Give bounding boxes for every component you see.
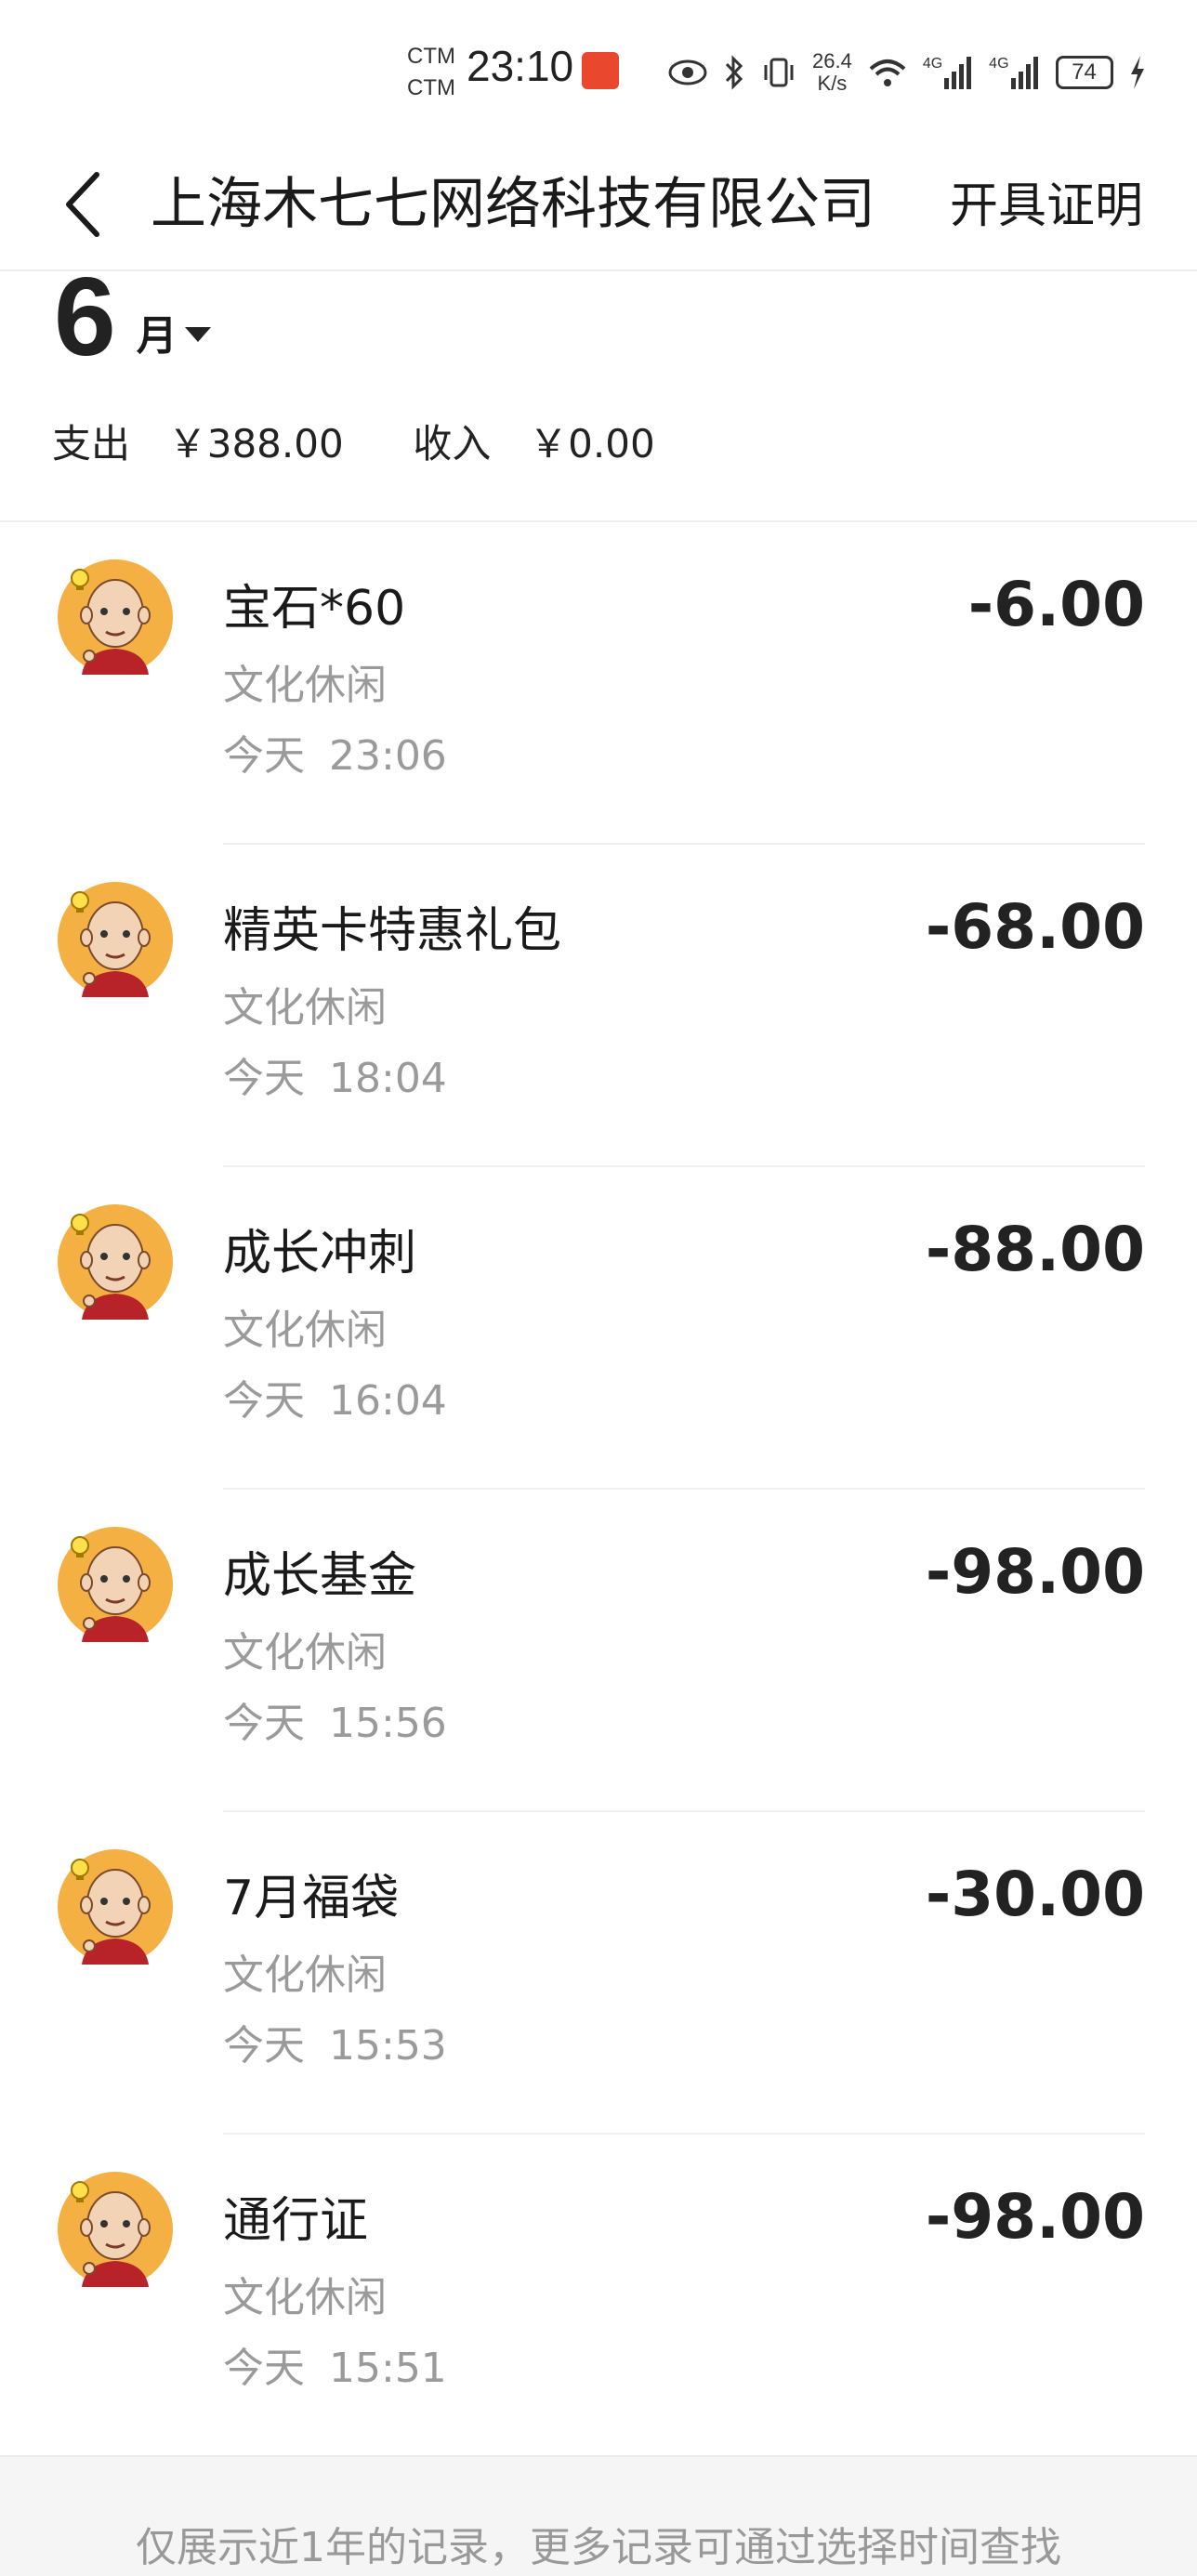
transaction-name: 通行证 [223, 2193, 369, 2249]
transaction-category: 文化休闲 [223, 2274, 387, 2321]
transaction-clock: 15:56 [329, 1700, 447, 1747]
transaction-amount: -98.00 [925, 1536, 1145, 1608]
merchant-avatar-icon [58, 1849, 173, 1965]
system-icons: 26.4 K/s 4G 4G 74 [667, 46, 1147, 99]
transaction-row[interactable]: 成长冲刺 文化休闲 今天 16:04 -88.00 [0, 1167, 1197, 1490]
nav-bar: 上海木七七网络科技有限公司 开具证明 [0, 139, 1197, 271]
transaction-time: 今天 23:06 [223, 729, 447, 784]
merchant-avatar-icon [58, 1527, 173, 1642]
transaction-row[interactable]: 宝石*60 文化休闲 今天 23:06 -6.00 [0, 522, 1197, 845]
carrier-bottom: CTM [407, 75, 455, 100]
notification-app-icon [582, 52, 619, 89]
transaction-name: 7月福袋 [223, 1871, 400, 1926]
expense-label: 支出 [52, 421, 131, 467]
network-type-label: 4G [989, 56, 1009, 72]
carrier-labels: CTM CTM [407, 41, 455, 104]
merchant-avatar-icon [58, 882, 173, 997]
transaction-time: 今天 16:04 [223, 1373, 447, 1429]
transaction-category: 文化休闲 [223, 1307, 387, 1354]
transaction-row[interactable]: 通行证 文化休闲 今天 15:51 -98.00 [0, 2135, 1197, 2457]
transaction-day: 今天 [223, 2345, 305, 2392]
transaction-time: 今天 18:04 [223, 1051, 447, 1107]
transaction-row[interactable]: 精英卡特惠礼包 文化休闲 今天 18:04 -68.00 [0, 845, 1197, 1167]
merchant-avatar-icon [58, 1204, 173, 1320]
transaction-row[interactable]: 7月福袋 文化休闲 今天 15:53 -30.00 [0, 1812, 1197, 2135]
transaction-clock: 15:53 [329, 2022, 447, 2070]
transaction-day: 今天 [223, 1055, 305, 1102]
net-speed-value: 26.4 [812, 49, 852, 72]
caret-down-icon [184, 327, 211, 342]
transaction-clock: 16:04 [329, 1377, 447, 1425]
signal-icon [944, 57, 972, 89]
network-type-label: 4G [922, 56, 943, 72]
transaction-clock: 15:51 [329, 2345, 447, 2392]
issue-certificate-button[interactable]: 开具证明 [950, 171, 1143, 242]
month-selector[interactable]: 6 月 [54, 256, 211, 377]
income-value: ￥0.00 [529, 421, 655, 467]
transaction-category: 文化休闲 [223, 1629, 387, 1676]
back-button[interactable] [52, 167, 112, 242]
transaction-category: 文化休闲 [223, 984, 387, 1032]
expense-value: ￥388.00 [167, 421, 344, 467]
battery-icon: 74 [1055, 56, 1113, 89]
transaction-category: 文化休闲 [223, 662, 387, 709]
income-label: 收入 [413, 421, 492, 467]
net-speed: 26.4 K/s [812, 50, 852, 95]
transaction-clock: 23:06 [329, 732, 447, 780]
merchant-avatar-icon [58, 559, 173, 675]
signal-icon [1010, 57, 1038, 89]
page-title: 上海木七七网络科技有限公司 [151, 172, 875, 237]
net-speed-unit: K/s [817, 72, 848, 95]
carrier-top: CTM [407, 44, 455, 69]
signal-2: 4G [989, 56, 1040, 89]
transaction-amount: -6.00 [967, 569, 1145, 640]
transaction-name: 成长基金 [223, 1548, 417, 1604]
transaction-row[interactable]: 成长基金 文化休闲 今天 15:56 -98.00 [0, 1490, 1197, 1812]
status-bar: CTM CTM 23:10 26.4 K/s 4G 4G 74 [0, 0, 1197, 139]
transaction-amount: -68.00 [925, 891, 1145, 963]
transaction-name: 成长冲刺 [223, 1226, 417, 1281]
bluetooth-icon [725, 55, 743, 90]
transaction-time: 今天 15:53 [223, 2018, 447, 2074]
footer: 仅展示近1年的记录，更多记录可通过选择时间查找 [0, 2455, 1197, 2576]
transaction-amount: -98.00 [925, 2181, 1145, 2253]
month-number: 6 [54, 255, 116, 379]
transaction-day: 今天 [223, 1377, 305, 1425]
footer-note: 仅展示近1年的记录，更多记录可通过选择时间查找 [136, 2524, 1061, 2571]
status-time: 23:10 [467, 42, 574, 90]
month-summary: 支出 ￥388.00 收入 ￥0.00 [52, 416, 655, 472]
vibrate-icon [764, 58, 794, 87]
transaction-name: 宝石*60 [223, 581, 406, 637]
transaction-clock: 18:04 [329, 1055, 447, 1102]
charging-icon [1130, 56, 1144, 89]
transaction-category: 文化休闲 [223, 1952, 387, 1999]
transaction-amount: -30.00 [925, 1859, 1145, 1930]
wifi-icon [869, 59, 906, 86]
eye-icon [668, 59, 707, 85]
transaction-name: 精英卡特惠礼包 [223, 903, 562, 959]
transaction-time: 今天 15:51 [223, 2341, 447, 2397]
transaction-list: 宝石*60 文化休闲 今天 23:06 -6.00 精英卡特惠礼包 文化休闲 今天… [0, 522, 1197, 2457]
signal-1: 4G [923, 56, 974, 89]
transaction-day: 今天 [223, 2022, 305, 2070]
transaction-day: 今天 [223, 1700, 305, 1747]
month-unit: 月 [136, 312, 178, 360]
transaction-amount: -88.00 [925, 1214, 1145, 1285]
chevron-left-icon [66, 172, 99, 237]
merchant-avatar-icon [58, 2172, 173, 2287]
transaction-time: 今天 15:56 [223, 1696, 447, 1752]
transaction-day: 今天 [223, 732, 305, 780]
